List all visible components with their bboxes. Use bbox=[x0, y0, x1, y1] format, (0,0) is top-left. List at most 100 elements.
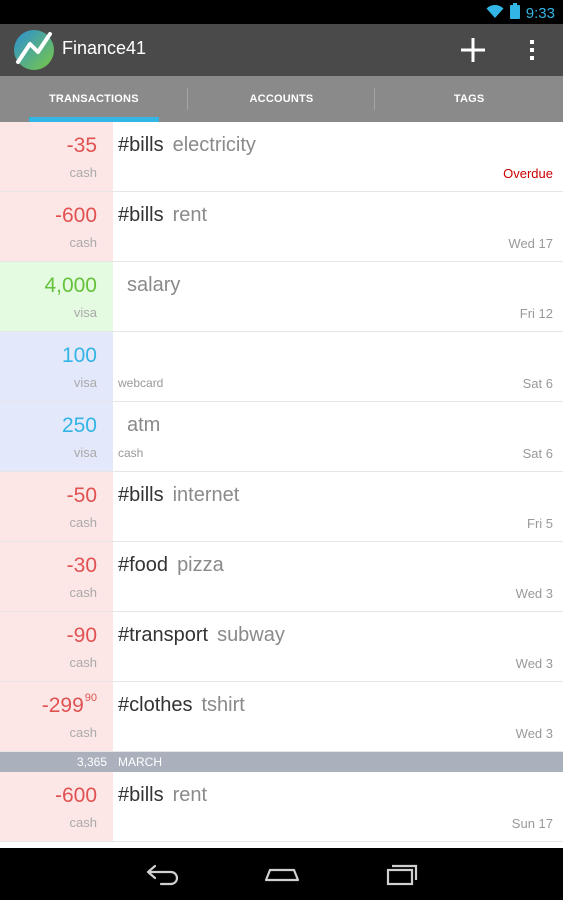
amount-cell: -35 cash bbox=[0, 122, 113, 191]
note: atm bbox=[127, 414, 161, 436]
tab-label: TAGS bbox=[453, 93, 485, 105]
date: Fri 5 bbox=[527, 516, 553, 531]
tab-accounts[interactable]: ACCOUNTS bbox=[188, 76, 376, 122]
description: #bills rent bbox=[118, 784, 207, 807]
amount: -30 bbox=[66, 554, 97, 577]
battery-icon bbox=[509, 3, 520, 23]
tab-label: ACCOUNTS bbox=[249, 93, 314, 105]
account-name: visa bbox=[73, 445, 97, 460]
account-name: cash bbox=[69, 235, 97, 250]
transaction-row[interactable]: 4,000 visa salary Fri 12 bbox=[0, 262, 563, 332]
system-navigation-bar bbox=[0, 848, 563, 900]
account-name: cash bbox=[69, 585, 97, 600]
note: subway bbox=[217, 624, 285, 646]
description: atm bbox=[118, 414, 160, 437]
finance41-logo-icon[interactable] bbox=[12, 28, 56, 72]
overflow-menu-icon bbox=[530, 40, 534, 60]
tag: #bills bbox=[118, 134, 164, 156]
note: electricity bbox=[172, 134, 256, 156]
date: Wed 17 bbox=[508, 236, 553, 251]
date: Wed 3 bbox=[515, 586, 553, 601]
amount: 100 bbox=[61, 344, 97, 367]
transaction-list[interactable]: -35 cash #bills electricity Overdue -600 … bbox=[0, 122, 563, 842]
back-icon bbox=[146, 864, 179, 886]
account-name: cash bbox=[69, 725, 97, 740]
tag: #bills bbox=[118, 204, 164, 226]
amount: -600 bbox=[54, 204, 97, 227]
amount-cell: 4,000 visa bbox=[0, 262, 113, 331]
description: #clothes tshirt bbox=[118, 694, 245, 717]
app-title: Finance41 bbox=[62, 38, 147, 58]
date: Fri 12 bbox=[519, 306, 553, 321]
add-transaction-button[interactable] bbox=[455, 32, 491, 68]
tab-transactions[interactable]: TRANSACTIONS bbox=[0, 76, 188, 122]
transaction-row[interactable]: 100 visa webcard Sat 6 bbox=[0, 332, 563, 402]
amount: -50 bbox=[66, 484, 97, 507]
recents-icon bbox=[386, 864, 418, 886]
transfer-account: webcard bbox=[118, 376, 164, 390]
amount-cell: -30 cash bbox=[0, 542, 113, 611]
description: #bills internet bbox=[118, 484, 239, 507]
clock: 9:33 bbox=[525, 4, 555, 22]
date: Sat 6 bbox=[522, 376, 553, 391]
description: #food pizza bbox=[118, 554, 224, 577]
account-name: cash bbox=[69, 815, 97, 830]
section-month: MARCH bbox=[118, 755, 162, 769]
tag: #clothes bbox=[118, 694, 193, 716]
description: #bills rent bbox=[118, 204, 207, 227]
tab-label: TRANSACTIONS bbox=[48, 93, 139, 105]
note: tshirt bbox=[201, 694, 245, 716]
tag: #bills bbox=[118, 484, 164, 506]
transaction-row[interactable]: -50 cash #bills internet Fri 5 bbox=[0, 472, 563, 542]
amount: -600 bbox=[54, 784, 97, 807]
home-button[interactable] bbox=[262, 858, 302, 890]
description: #bills electricity bbox=[118, 134, 256, 157]
amount: 4,000 bbox=[44, 274, 97, 297]
transfer-account: cash bbox=[118, 446, 144, 460]
tab-bar: TRANSACTIONS ACCOUNTS TAGS bbox=[0, 76, 563, 122]
transaction-row[interactable]: -35 cash #bills electricity Overdue bbox=[0, 122, 563, 192]
date: Wed 3 bbox=[515, 726, 553, 741]
home-icon bbox=[264, 868, 300, 882]
note: pizza bbox=[177, 554, 224, 576]
tab-tags[interactable]: TAGS bbox=[375, 76, 563, 122]
account-name: cash bbox=[69, 165, 97, 180]
transaction-row[interactable]: 250 visa atm cash Sat 6 bbox=[0, 402, 563, 472]
transaction-row[interactable]: -29990 cash #clothes tshirt Wed 3 bbox=[0, 682, 563, 752]
amount-cell: -90 cash bbox=[0, 612, 113, 681]
note: internet bbox=[172, 484, 240, 506]
back-button[interactable] bbox=[143, 858, 183, 890]
month-section-header: 3,365 MARCH bbox=[0, 752, 563, 772]
amount-cell: -29990 cash bbox=[0, 682, 113, 751]
account-name: cash bbox=[69, 515, 97, 530]
transaction-row[interactable]: -600 cash #bills rent Wed 17 bbox=[0, 192, 563, 262]
description: salary bbox=[118, 274, 180, 297]
section-total: 3,365 bbox=[76, 755, 107, 769]
transaction-row[interactable]: -30 cash #food pizza Wed 3 bbox=[0, 542, 563, 612]
add-icon bbox=[461, 38, 485, 62]
amount-cell: 100 visa bbox=[0, 332, 113, 401]
note: salary bbox=[127, 274, 181, 296]
status-bar: 9:33 bbox=[0, 0, 563, 24]
transaction-row[interactable]: -90 cash #transport subway Wed 3 bbox=[0, 612, 563, 682]
date: Sat 6 bbox=[522, 446, 553, 461]
amount-whole: -299 bbox=[41, 694, 84, 717]
transaction-row[interactable]: -600 cash #bills rent Sun 17 bbox=[0, 772, 563, 842]
overflow-menu-button[interactable] bbox=[522, 34, 542, 66]
recents-button[interactable] bbox=[382, 858, 422, 890]
date: Wed 3 bbox=[515, 656, 553, 671]
amount-cell: -50 cash bbox=[0, 472, 113, 541]
amount: -90 bbox=[66, 624, 97, 647]
amount-cell: 250 visa bbox=[0, 402, 113, 471]
amount: -29990 bbox=[41, 692, 97, 718]
tag: #transport bbox=[118, 624, 209, 646]
tag: #bills bbox=[118, 784, 164, 806]
note: rent bbox=[172, 784, 208, 806]
amount-cell: -600 cash bbox=[0, 772, 113, 841]
tag: #food bbox=[118, 554, 169, 576]
description: #transport subway bbox=[118, 624, 285, 647]
account-name: cash bbox=[69, 655, 97, 670]
account-name: visa bbox=[73, 305, 97, 320]
amount: -35 bbox=[66, 134, 97, 157]
action-bar: Finance41 bbox=[0, 24, 563, 76]
